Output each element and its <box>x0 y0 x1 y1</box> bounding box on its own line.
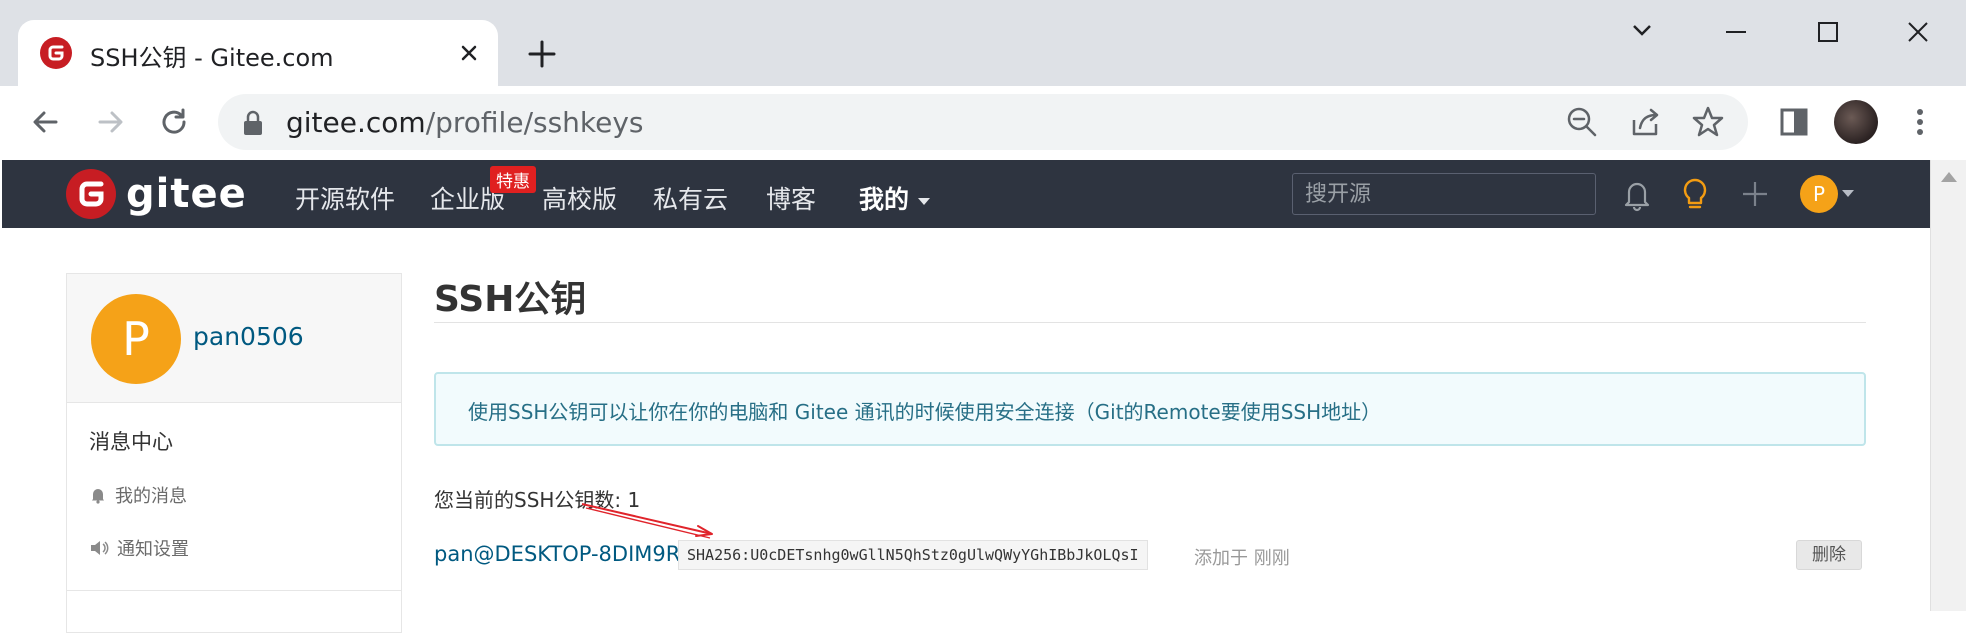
gitee-logo[interactable]: gitee <box>66 166 247 222</box>
scroll-up-arrow-icon[interactable] <box>1941 172 1957 182</box>
delete-key-button[interactable]: 删除 <box>1796 540 1862 570</box>
gitee-logo-icon <box>66 169 116 219</box>
sidebar-divider <box>67 590 401 591</box>
maximize-icon[interactable] <box>1798 14 1858 50</box>
page-title: SSH公钥 <box>434 279 587 320</box>
user-menu-caret-icon[interactable] <box>1842 190 1854 197</box>
bookmark-star-icon[interactable] <box>1690 104 1726 140</box>
nav-item-blog[interactable]: 博客 <box>766 180 816 216</box>
address-bar[interactable]: gitee.com/profile/sshkeys <box>218 94 1748 150</box>
speaker-icon <box>91 541 109 555</box>
tab-title: SSH公钥 - Gitee.com <box>90 44 334 72</box>
sidebar-section-message-center: 消息中心 <box>89 430 173 454</box>
title-divider <box>434 322 1866 323</box>
bell-icon <box>92 489 104 504</box>
sidebar-item-notification-settings[interactable]: 通知设置 <box>89 535 189 561</box>
annotation-arrow-icon <box>581 503 713 539</box>
close-tab-icon[interactable] <box>454 38 484 68</box>
side-panel-icon[interactable] <box>1774 102 1814 142</box>
gitee-navbar: gitee 开源软件 企业版 特惠 高校版 私有云 博客 我的 P <box>2 160 1930 228</box>
kebab-menu-icon[interactable] <box>1900 102 1940 142</box>
gitee-favicon-icon <box>40 37 72 69</box>
close-window-icon[interactable] <box>1888 14 1948 50</box>
nav-item-open-source[interactable]: 开源软件 <box>295 180 395 216</box>
ssh-key-fingerprint: SHA256:U0cDETsnhg0wGllN5QhStz0gUlwQWyYGh… <box>678 540 1148 570</box>
sidebar-item-my-messages[interactable]: 我的消息 <box>89 482 187 508</box>
user-avatar[interactable]: P <box>1800 175 1838 213</box>
sidebar-user-header: P pan0506 <box>67 274 401 403</box>
zoom-out-icon[interactable] <box>1564 104 1600 140</box>
chevron-down-icon[interactable] <box>1612 14 1672 50</box>
ssh-key-title[interactable]: pan@DESKTOP-8DIM9R8 <box>434 542 694 566</box>
browser-profile-avatar[interactable] <box>1834 100 1878 144</box>
minimize-icon[interactable] <box>1706 14 1766 50</box>
ssh-key-added-time: 添加于 刚刚 <box>1194 548 1290 569</box>
lock-icon[interactable] <box>242 110 264 136</box>
sidebar-username[interactable]: pan0506 <box>193 322 304 351</box>
bell-icon[interactable] <box>1620 176 1654 212</box>
new-tab-icon[interactable] <box>524 36 560 72</box>
plus-icon[interactable] <box>1738 176 1772 212</box>
browser-toolbar: gitee.com/profile/sshkeys <box>0 86 1966 160</box>
logo-text: gitee <box>126 171 247 217</box>
nav-item-mine[interactable]: 我的 <box>859 180 930 216</box>
lightbulb-icon[interactable] <box>1678 176 1712 212</box>
info-text: 使用SSH公钥可以让你在你的电脑和 Gitee 通讯的时候使用安全连接（Git的… <box>468 400 1382 424</box>
share-icon[interactable] <box>1628 104 1664 140</box>
browser-tab[interactable]: SSH公钥 - Gitee.com <box>18 20 498 86</box>
info-alert: 使用SSH公钥可以让你在你的电脑和 Gitee 通讯的时候使用安全连接（Git的… <box>434 372 1866 446</box>
promo-badge: 特惠 <box>490 166 536 193</box>
reload-icon[interactable] <box>154 102 194 142</box>
caret-down-icon <box>917 197 930 205</box>
page-scrollbar[interactable] <box>1930 160 1966 611</box>
back-arrow-icon[interactable] <box>26 102 66 142</box>
avatar[interactable]: P <box>91 294 181 384</box>
profile-sidebar: P pan0506 消息中心 我的消息 通知设置 <box>66 273 402 633</box>
nav-item-education[interactable]: 高校版 <box>542 180 617 216</box>
nav-item-private-cloud[interactable]: 私有云 <box>653 180 728 216</box>
browser-tabstrip: SSH公钥 - Gitee.com <box>0 0 1966 86</box>
forward-arrow-icon[interactable] <box>90 102 130 142</box>
search-input[interactable] <box>1292 173 1596 215</box>
url-text[interactable]: gitee.com/profile/sshkeys <box>286 106 644 139</box>
